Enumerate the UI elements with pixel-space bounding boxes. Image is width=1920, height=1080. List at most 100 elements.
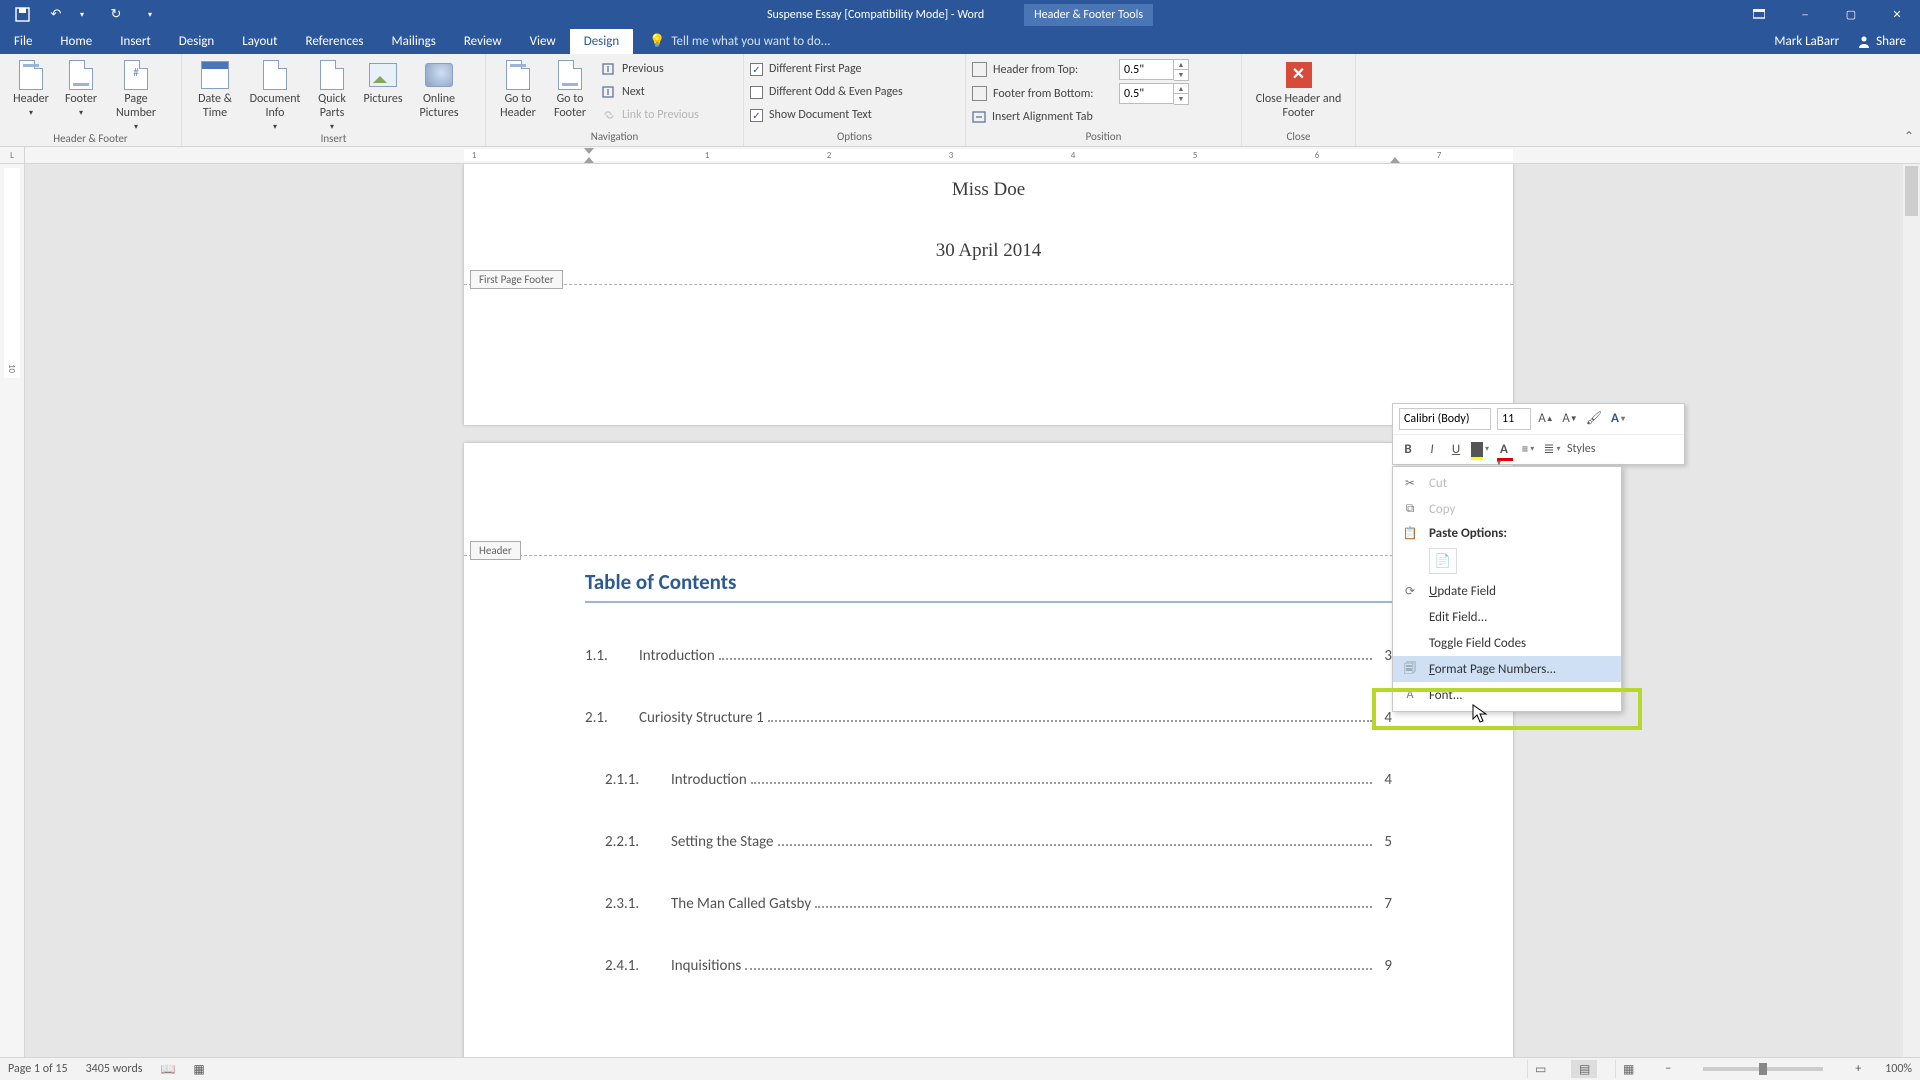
format-painter-icon[interactable]: 🖌 xyxy=(1585,410,1603,428)
first-line-indent-marker[interactable] xyxy=(584,148,594,154)
scrollbar-thumb[interactable] xyxy=(1905,166,1918,216)
footer-from-bottom-input[interactable] xyxy=(1119,83,1174,104)
zoom-level[interactable]: 100% xyxy=(1885,1062,1912,1076)
close-header-footer-button[interactable]: ✕ Close Header and Footer xyxy=(1251,57,1347,121)
zoom-in-button[interactable]: + xyxy=(1849,1062,1867,1076)
header-button[interactable]: Header▾ xyxy=(6,57,56,118)
share-button[interactable]: Share xyxy=(1857,34,1906,49)
hanging-indent-marker[interactable] xyxy=(584,157,594,163)
qat-undo-more-icon[interactable]: ▾ xyxy=(70,3,94,27)
minimize-button[interactable]: ─ xyxy=(1782,0,1828,29)
toc-row[interactable]: 2.2.1.Setting the Stage5 xyxy=(585,833,1392,851)
footer-from-bottom-spinner[interactable]: ▲▼ xyxy=(1174,83,1189,105)
italic-icon[interactable]: I xyxy=(1423,440,1441,458)
bold-icon[interactable]: B xyxy=(1399,440,1417,458)
goto-footer-button[interactable]: Go to Footer xyxy=(544,57,596,121)
tab-home[interactable]: Home xyxy=(46,29,106,54)
ctx-toggle-field-codes[interactable]: Toggle Field Codes xyxy=(1393,630,1621,656)
ctx-edit-field[interactable]: Edit Field... xyxy=(1393,604,1621,630)
page-number-label: Page Number xyxy=(106,93,166,121)
vertical-scrollbar[interactable] xyxy=(1903,164,1920,1057)
maximize-button[interactable]: ▢ xyxy=(1828,0,1874,29)
qat-save-icon[interactable] xyxy=(10,3,34,27)
spellcheck-icon[interactable]: 📖 xyxy=(160,1062,175,1077)
toc-row[interactable]: 2.3.1.The Man Called Gatsby7 xyxy=(585,895,1392,913)
footer-button[interactable]: Footer▾ xyxy=(56,57,106,118)
mini-font-name[interactable] xyxy=(1399,408,1491,430)
cut-icon: ✂ xyxy=(1401,475,1419,491)
pictures-button[interactable]: Pictures xyxy=(356,57,410,107)
ctx-format-page-numbers[interactable]: 🗐Format Page Numbers... xyxy=(1393,656,1621,682)
mini-styles-button[interactable]: Styles xyxy=(1567,442,1595,456)
tab-mailings[interactable]: Mailings xyxy=(378,29,450,54)
date-time-button[interactable]: Date & Time xyxy=(188,57,242,121)
right-indent-marker[interactable] xyxy=(1390,157,1400,163)
tab-review[interactable]: Review xyxy=(450,29,516,54)
web-layout-icon[interactable]: ▦ xyxy=(1615,1060,1641,1078)
tell-me-search[interactable]: 💡 Tell me what you want to do... xyxy=(633,29,1774,54)
user-name[interactable]: Mark LaBarr xyxy=(1774,34,1839,49)
bullets-icon[interactable]: ≡ xyxy=(1519,440,1537,458)
page-1[interactable]: Miss Doe 30 April 2014 First Page Footer xyxy=(464,164,1513,425)
tab-references[interactable]: References xyxy=(292,29,378,54)
header-from-top-input[interactable] xyxy=(1119,59,1174,80)
tab-hf-design[interactable]: Design xyxy=(570,29,633,54)
highlight-icon[interactable] xyxy=(1471,440,1489,458)
tab-file[interactable]: File xyxy=(0,29,46,54)
tab-view[interactable]: View xyxy=(516,29,570,54)
previous-button[interactable]: Previous xyxy=(602,59,664,79)
show-document-text-checkbox[interactable]: Show Document Text xyxy=(750,105,872,125)
page-2[interactable]: Header Table of Contents 1.1.Introductio… xyxy=(464,443,1513,1057)
ruler-corner: L xyxy=(0,147,25,164)
font-color-icon[interactable]: A xyxy=(1495,440,1513,458)
tab-insert[interactable]: Insert xyxy=(106,29,165,54)
macro-icon[interactable]: ▦ xyxy=(193,1062,204,1077)
link-to-previous-button[interactable]: Link to Previous xyxy=(602,105,699,125)
paste-keep-text-icon[interactable]: 📄 xyxy=(1429,548,1457,574)
header-from-top-spinner[interactable]: ▲▼ xyxy=(1174,59,1189,81)
tab-design[interactable]: Design xyxy=(165,29,228,54)
numbering-icon[interactable]: ≣ xyxy=(1543,440,1561,458)
ctx-font[interactable]: AFont... xyxy=(1393,682,1621,708)
zoom-out-button[interactable]: − xyxy=(1659,1062,1677,1076)
read-mode-icon[interactable]: ▭ xyxy=(1527,1060,1553,1078)
insert-alignment-tab-button[interactable]: Insert Alignment Tab xyxy=(972,107,1093,127)
document-info-button[interactable]: Document Info▾ xyxy=(242,57,308,132)
collapse-ribbon-icon[interactable]: ⌃ xyxy=(1904,129,1914,144)
qat-customize-icon[interactable]: ▾ xyxy=(138,3,162,27)
quick-parts-button[interactable]: Quick Parts▾ xyxy=(308,57,356,132)
zoom-slider[interactable] xyxy=(1703,1067,1823,1071)
page-number-button[interactable]: Page Number▾ xyxy=(106,57,166,132)
goto-header-button[interactable]: Go to Header xyxy=(492,57,544,121)
underline-icon[interactable]: U xyxy=(1447,440,1465,458)
ctx-update-label-rest: pdate Field xyxy=(1437,584,1496,599)
different-odd-even-checkbox[interactable]: Different Odd & Even Pages xyxy=(750,82,903,102)
tab-layout[interactable]: Layout xyxy=(228,29,291,54)
horizontal-ruler[interactable]: 1 1 2 3 4 5 6 7 xyxy=(25,147,1920,164)
next-button[interactable]: Next xyxy=(602,82,645,102)
ctx-paste-options-label: Paste Options: xyxy=(1429,526,1507,541)
vertical-ruler[interactable]: 10 xyxy=(0,164,25,1057)
qat-undo-icon[interactable]: ↶ xyxy=(44,3,68,27)
zoom-slider-knob[interactable] xyxy=(1759,1063,1767,1075)
toc-row[interactable]: 2.1.Curiosity Structure 14 xyxy=(585,709,1392,727)
online-pictures-button[interactable]: Online Pictures xyxy=(410,57,468,121)
grow-font-icon[interactable]: A▲ xyxy=(1537,410,1555,428)
close-window-button[interactable]: ✕ xyxy=(1874,0,1920,29)
ctx-update-field[interactable]: ⟳Update Field xyxy=(1393,578,1621,604)
different-first-page-checkbox[interactable]: Different First Page xyxy=(750,59,861,79)
toc-number: 2.3.1. xyxy=(605,895,671,913)
toc-row[interactable]: 1.1.Introduction3 xyxy=(585,647,1392,665)
ribbon-display-options-icon[interactable] xyxy=(1736,0,1782,29)
status-words[interactable]: 3405 words xyxy=(86,1062,143,1076)
date-time-label: Date & Time xyxy=(188,93,242,121)
toc-row[interactable]: 2.4.1.Inquisitions9 xyxy=(585,957,1392,975)
toc-row[interactable]: 2.1.1.Introduction4 xyxy=(585,771,1392,789)
print-layout-icon[interactable]: ▤ xyxy=(1571,1060,1597,1078)
qat-redo-icon[interactable]: ↻ xyxy=(104,3,128,27)
mini-styles-dropdown-icon[interactable]: A xyxy=(1609,410,1627,428)
shrink-font-icon[interactable]: A▼ xyxy=(1561,410,1579,428)
mini-font-size[interactable] xyxy=(1497,408,1531,430)
status-page[interactable]: Page 1 of 15 xyxy=(8,1062,68,1076)
group-insert: Insert xyxy=(182,132,485,147)
